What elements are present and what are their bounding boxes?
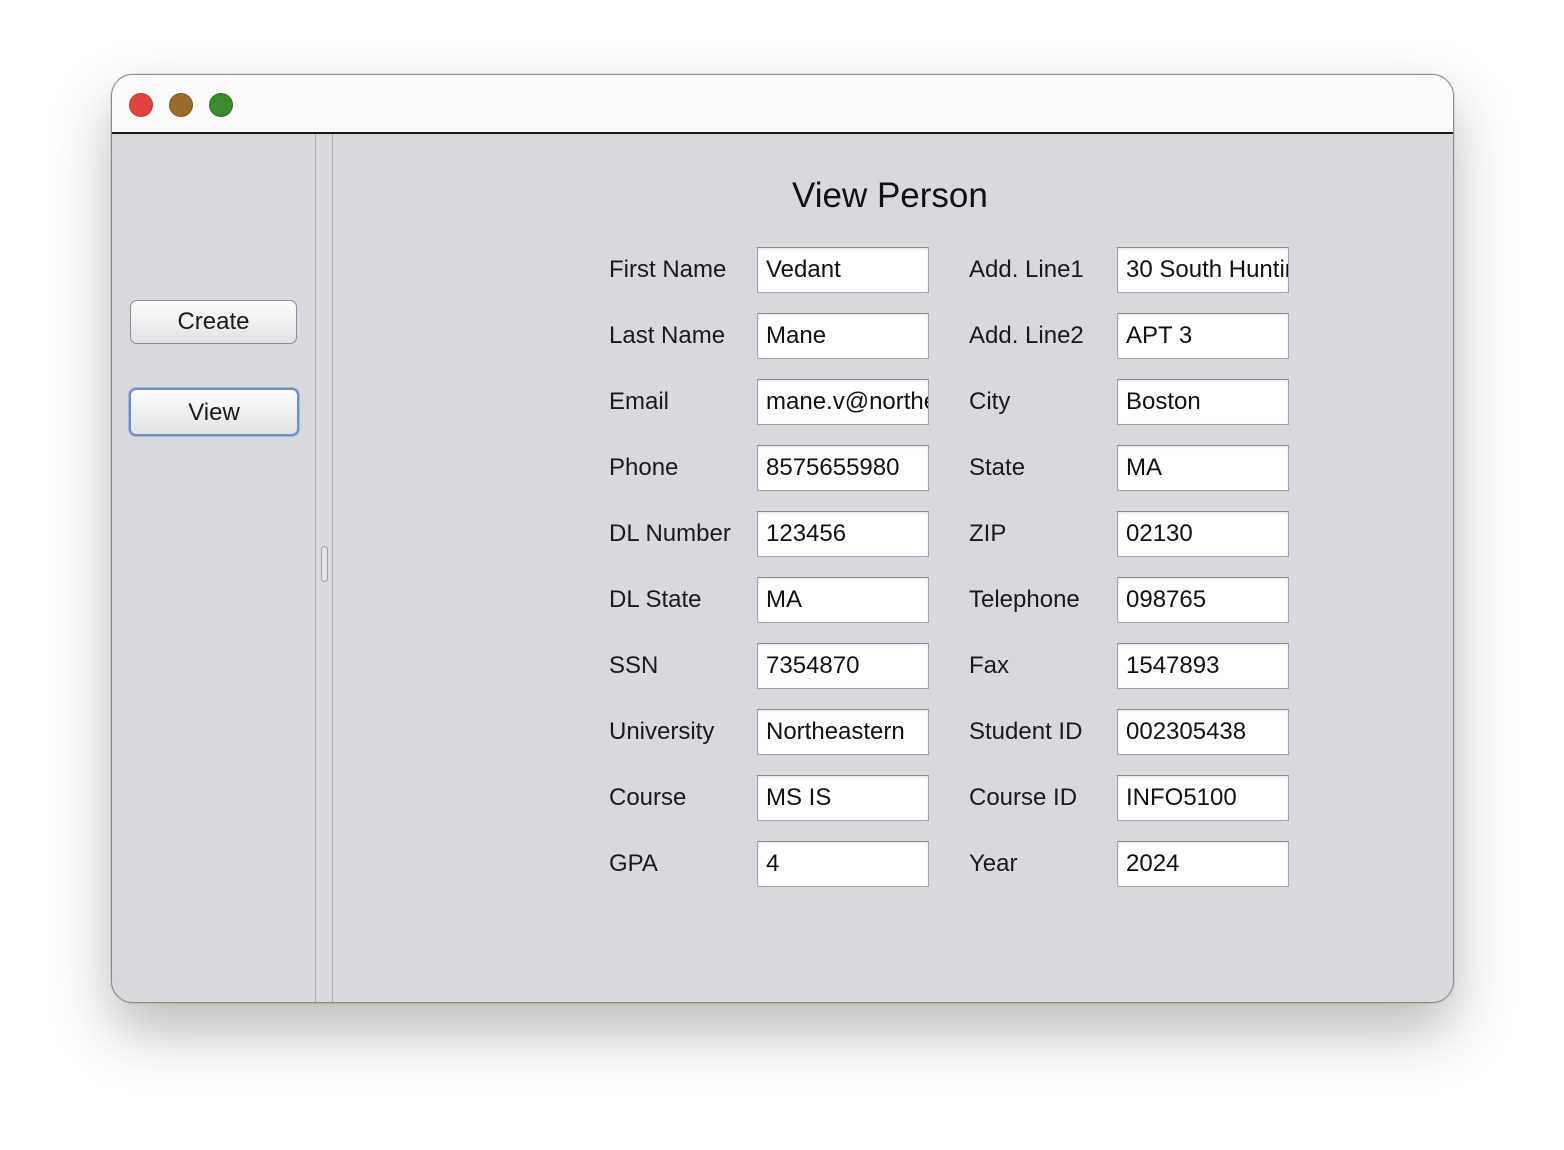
- view-person-panel: View Person First Name Vedant Last Name …: [333, 134, 1453, 1002]
- university-label: University: [609, 718, 715, 745]
- student-id-label: Student ID: [969, 718, 1083, 745]
- state-label: State: [969, 454, 1026, 481]
- first-name-field[interactable]: Vedant: [757, 247, 929, 293]
- close-window-button[interactable]: [129, 93, 153, 117]
- minimize-window-button[interactable]: [169, 93, 193, 117]
- city-field[interactable]: Boston: [1117, 379, 1289, 425]
- address-line2-label: Add. Line2: [969, 322, 1084, 349]
- maximize-window-button[interactable]: [209, 93, 233, 117]
- city-label: City: [969, 388, 1011, 415]
- ssn-field[interactable]: 7354870: [757, 643, 929, 689]
- address-line1-field[interactable]: 30 South Huntington: [1117, 247, 1289, 293]
- dl-number-field[interactable]: 123456: [757, 511, 929, 557]
- course-id-field[interactable]: INFO5100: [1117, 775, 1289, 821]
- fax-label: Fax: [969, 652, 1010, 679]
- telephone-label: Telephone: [969, 586, 1080, 613]
- course-field[interactable]: MS IS: [757, 775, 929, 821]
- dl-state-label: DL State: [609, 586, 702, 613]
- course-id-label: Course ID: [969, 784, 1078, 811]
- dl-number-label: DL Number: [609, 520, 731, 547]
- last-name-label: Last Name: [609, 322, 726, 349]
- sidebar: Create View: [112, 134, 315, 1002]
- zip-label: ZIP: [969, 520, 1007, 547]
- university-field[interactable]: Northeastern: [757, 709, 929, 755]
- year-field[interactable]: 2024: [1117, 841, 1289, 887]
- gpa-field[interactable]: 4: [757, 841, 929, 887]
- address-line1-label: Add. Line1: [969, 256, 1084, 283]
- page-title: View Person: [792, 176, 988, 215]
- state-field[interactable]: MA: [1117, 445, 1289, 491]
- first-name-label: First Name: [609, 256, 727, 283]
- student-id-field[interactable]: 002305438: [1117, 709, 1289, 755]
- email-field[interactable]: mane.v@northeastern.edu: [757, 379, 929, 425]
- create-button[interactable]: Create: [130, 300, 297, 344]
- address-line2-field[interactable]: APT 3: [1117, 313, 1289, 359]
- split-pane-divider[interactable]: [315, 134, 333, 1002]
- last-name-field[interactable]: Mane: [757, 313, 929, 359]
- email-label: Email: [609, 388, 670, 415]
- ssn-label: SSN: [609, 652, 659, 679]
- phone-label: Phone: [609, 454, 679, 481]
- zip-field[interactable]: 02130: [1117, 511, 1289, 557]
- year-label: Year: [969, 850, 1018, 877]
- view-button[interactable]: View: [129, 388, 299, 436]
- title-bar: [112, 75, 1453, 134]
- divider-grip-handle[interactable]: [321, 546, 328, 582]
- phone-field[interactable]: 8575655980: [757, 445, 929, 491]
- dl-state-field[interactable]: MA: [757, 577, 929, 623]
- app-window: Create View View Person First Name Vedan…: [111, 74, 1454, 1003]
- fax-field[interactable]: 1547893: [1117, 643, 1289, 689]
- gpa-label: GPA: [609, 850, 658, 877]
- course-label: Course: [609, 784, 687, 811]
- telephone-field[interactable]: 098765: [1117, 577, 1289, 623]
